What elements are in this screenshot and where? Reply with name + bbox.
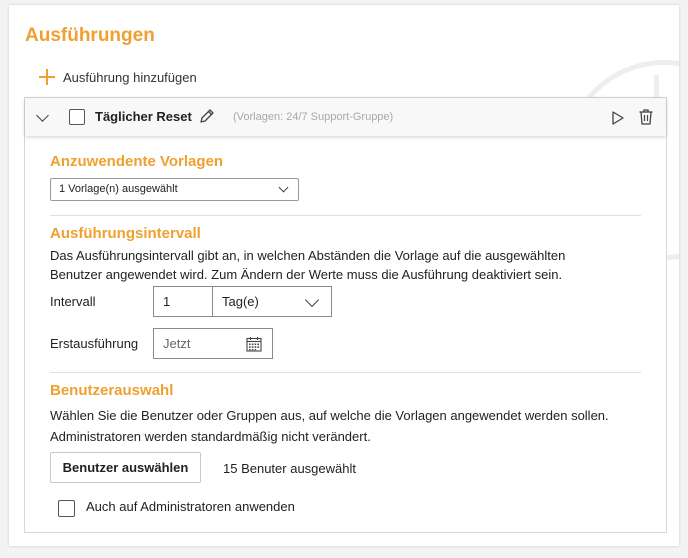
templates-title: Anzuwendente Vorlagen (50, 153, 224, 170)
users-description-line1: Wählen Sie die Benutzer oder Gruppen aus… (50, 408, 609, 423)
chevron-down-icon (278, 182, 289, 193)
execution-name: Täglicher Reset (95, 109, 192, 124)
add-execution-button[interactable]: Ausführung hinzufügen (39, 67, 197, 87)
pencil-icon[interactable] (198, 107, 216, 128)
users-description-line2: Administratoren werden standardmäßig nic… (50, 429, 371, 444)
interval-label: Intervall (50, 294, 96, 309)
divider (50, 372, 641, 373)
templates-select-value: 1 Vorlage(n) ausgewählt (59, 183, 178, 195)
add-execution-label: Ausführung hinzufügen (63, 69, 197, 85)
first-run-placeholder: Jetzt (163, 336, 191, 351)
execution-header[interactable]: Täglicher Reset (Vorlagen: 24/7 Support-… (25, 98, 666, 136)
chevron-down-icon (304, 292, 320, 308)
plus-icon (39, 69, 55, 85)
interval-title: Ausführungsintervall (50, 225, 201, 242)
interval-description-line1: Das Ausführungsintervall gibt an, in wel… (50, 248, 566, 263)
executions-card: Ausführungen Ausführung hinzufügen Tägli… (9, 5, 679, 546)
interval-unit-value: Tag(e) (222, 294, 259, 309)
select-users-button[interactable]: Benutzer auswählen (50, 452, 201, 483)
admins-checkbox-label[interactable]: Auch auf Administratoren anwenden (86, 497, 295, 516)
admins-checkbox[interactable] (58, 500, 75, 517)
calendar-icon[interactable] (246, 336, 262, 355)
section-title: Ausführungen (25, 25, 155, 46)
selected-users-count: 15 Benuter ausgewählt (223, 461, 356, 476)
templates-select[interactable]: 1 Vorlage(n) ausgewählt (50, 178, 299, 201)
trash-icon[interactable] (638, 108, 654, 129)
first-run-label: Erstausführung (50, 336, 139, 351)
play-icon[interactable] (610, 110, 626, 129)
users-title: Benutzerauswahl (50, 382, 174, 399)
interval-unit-select[interactable]: Tag(e) (212, 286, 332, 317)
first-run-input[interactable]: Jetzt (153, 328, 273, 359)
interval-value: 1 (163, 294, 171, 309)
templates-note: (Vorlagen: 24/7 Support-Gruppe) (233, 111, 394, 123)
execution-panel: Täglicher Reset (Vorlagen: 24/7 Support-… (24, 97, 667, 533)
interval-description-line2: Benutzer angewendet wird. Zum Ändern der… (50, 267, 563, 282)
chevron-down-icon[interactable] (36, 109, 49, 122)
execution-checkbox[interactable] (69, 109, 85, 125)
divider (50, 215, 641, 216)
interval-value-input[interactable]: 1 (153, 286, 214, 317)
